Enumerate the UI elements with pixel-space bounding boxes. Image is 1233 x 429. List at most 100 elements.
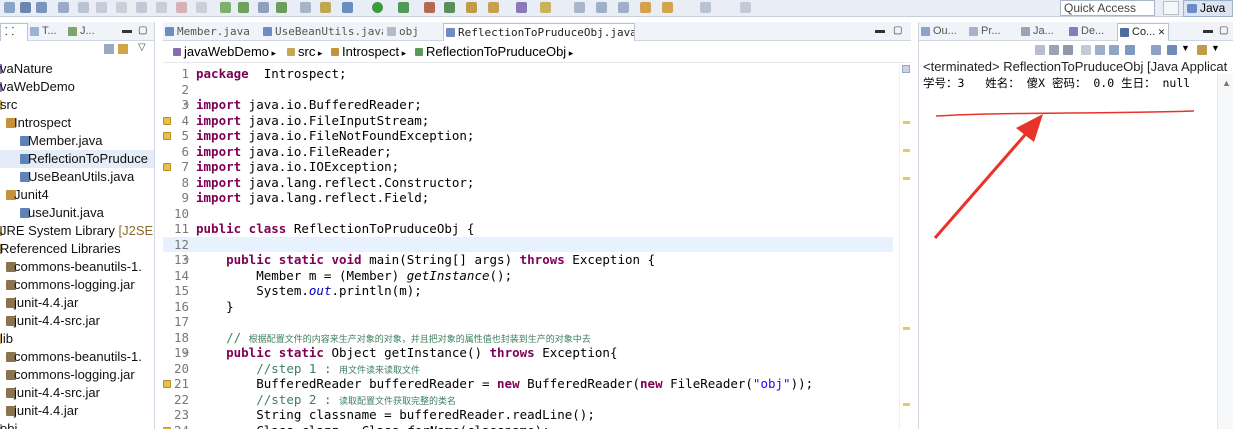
- view-menu-icon[interactable]: ▽: [138, 42, 146, 53]
- code-line[interactable]: 13 ⊖ public static void main(String[] arg…: [163, 252, 893, 268]
- tree-item[interactable]: useJunit.java: [0, 204, 154, 222]
- pin-editor-icon[interactable]: [740, 2, 751, 13]
- console-tab[interactable]: Ou...: [919, 23, 965, 41]
- console-tab[interactable]: Ja...: [1019, 23, 1065, 41]
- tree-item[interactable]: obj: [0, 420, 154, 429]
- tree-item[interactable]: Member.java: [0, 132, 154, 150]
- link-editor-icon[interactable]: [118, 44, 128, 54]
- console-tab[interactable]: Co... ✕: [1117, 23, 1169, 41]
- editor-tab[interactable]: obj: [385, 23, 441, 41]
- code-line[interactable]: 21 BufferedReader bufferedReader = new B…: [163, 376, 893, 392]
- tree-item[interactable]: vaNature: [0, 60, 154, 78]
- minimize-icon[interactable]: ▬: [122, 25, 132, 36]
- open-perspective-icon[interactable]: [1163, 1, 1179, 15]
- maximize-icon[interactable]: ▢: [893, 25, 902, 36]
- tree-item[interactable]: src: [0, 96, 154, 114]
- code-line[interactable]: 14 Member m = (Member) getInstance();: [163, 268, 893, 284]
- tree-item[interactable]: lib: [0, 330, 154, 348]
- step-icon[interactable]: [156, 2, 167, 13]
- java-perspective-button[interactable]: Java: [1183, 0, 1233, 17]
- console-output[interactable]: 学号：3 姓名： 傻X 密码： 0.0 生日： null: [923, 75, 1190, 91]
- terminate-icon[interactable]: [1035, 45, 1045, 55]
- tab-type-hierarchy[interactable]: T...: [28, 23, 64, 41]
- print-icon[interactable]: [58, 2, 69, 13]
- back-icon[interactable]: [662, 2, 673, 13]
- code-line[interactable]: 10: [163, 206, 893, 222]
- server-icon[interactable]: [220, 2, 231, 13]
- code-line[interactable]: 5 import java.io.FileNotFoundException;: [163, 128, 893, 144]
- tree-item[interactable]: junit-4.4.jar: [0, 294, 154, 312]
- code-line[interactable]: 12: [163, 236, 893, 252]
- display-console-icon[interactable]: [1167, 45, 1177, 55]
- code-line[interactable]: 6 import java.io.FileReader;: [163, 144, 893, 160]
- maximize-icon[interactable]: ▢: [1219, 25, 1228, 36]
- open-console-icon[interactable]: [1197, 45, 1207, 55]
- remove-launch-icon[interactable]: [1049, 45, 1059, 55]
- tree-item[interactable]: commons-beanutils-1.: [0, 348, 154, 366]
- pin-console-icon[interactable]: [1151, 45, 1161, 55]
- disconnect-icon[interactable]: [196, 2, 207, 13]
- fold-toggle-icon[interactable]: ⊖: [184, 252, 189, 268]
- debug-icon[interactable]: [342, 2, 353, 13]
- tools-icon[interactable]: [258, 2, 269, 13]
- forward-icon[interactable]: [700, 2, 711, 13]
- search-icon[interactable]: [516, 2, 527, 13]
- console-tab[interactable]: De...: [1067, 23, 1115, 41]
- checkbox-icon[interactable]: [276, 2, 287, 13]
- editor-tab[interactable]: UseBeanUtils.java: [261, 23, 383, 41]
- code-line[interactable]: 19 ⊖ public static Object getInstance() t…: [163, 345, 893, 361]
- clear-console-icon[interactable]: [1081, 45, 1091, 55]
- save-icon[interactable]: [20, 2, 31, 13]
- code-line[interactable]: 24 Class clazz = Class.forName(classname…: [163, 423, 893, 429]
- code-line[interactable]: 16 }: [163, 299, 893, 315]
- open-type-icon[interactable]: [488, 2, 499, 13]
- editor-tab[interactable]: ReflectionToPruduceObj.java ✕: [443, 23, 635, 41]
- skip-icon[interactable]: [320, 2, 331, 13]
- minimize-icon[interactable]: ▬: [875, 25, 885, 36]
- warning-icon[interactable]: [163, 116, 171, 125]
- close-tab-icon[interactable]: ✕: [1155, 27, 1166, 37]
- tree-item[interactable]: commons-logging.jar: [0, 276, 154, 294]
- tree-item[interactable]: JRE System Library [J2SE-: [0, 222, 154, 240]
- tab-junit[interactable]: J...: [66, 23, 106, 41]
- next-annotation-icon[interactable]: [596, 2, 607, 13]
- tree-item[interactable]: junit-4.4.jar: [0, 402, 154, 420]
- code-line[interactable]: 9 import java.lang.reflect.Field;: [163, 190, 893, 206]
- toggle-icon[interactable]: [300, 2, 311, 13]
- fold-toggle-icon[interactable]: ⊖: [184, 97, 189, 113]
- new-icon[interactable]: [4, 2, 15, 13]
- overview-warning-marker[interactable]: [903, 177, 910, 180]
- run-icon[interactable]: [372, 2, 383, 13]
- build-icon[interactable]: [238, 2, 249, 13]
- redo-icon[interactable]: [96, 2, 107, 13]
- code-line[interactable]: 1 package Introspect;: [163, 66, 893, 82]
- new-class-icon[interactable]: [444, 2, 455, 13]
- cut-icon[interactable]: [116, 2, 127, 13]
- overview-warning-marker[interactable]: [903, 121, 910, 124]
- warning-icon[interactable]: [163, 380, 171, 388]
- tree-item[interactable]: commons-beanutils-1.: [0, 258, 154, 276]
- breadcrumb-item[interactable]: javaWebDemo ▸: [173, 42, 276, 63]
- code-line[interactable]: 22 //step 2 : 读取配置文件获取完整的类名: [163, 392, 893, 408]
- show-console-icon[interactable]: [1125, 45, 1135, 55]
- tree-item[interactable]: UseBeanUtils.java: [0, 168, 154, 186]
- collapse-all-icon[interactable]: [104, 44, 114, 54]
- editor-tab[interactable]: Member.java: [163, 23, 259, 41]
- console-tab[interactable]: Pr...: [967, 23, 1017, 41]
- scroll-lock-icon[interactable]: [1095, 45, 1105, 55]
- overview-ruler[interactable]: [899, 63, 911, 429]
- code-line[interactable]: 11 public class ReflectionToPruduceObj {: [163, 221, 893, 237]
- annotation-icon[interactable]: [540, 2, 551, 13]
- code-area[interactable]: 1 package Introspect; 2 3 ⊖ import java.io.Bu…: [163, 62, 911, 429]
- terminate-icon[interactable]: [176, 2, 187, 13]
- import-icon[interactable]: [36, 2, 47, 13]
- tree-item[interactable]: Referenced Libraries: [0, 240, 154, 258]
- warning-icon[interactable]: [163, 163, 171, 171]
- minimize-icon[interactable]: ▬: [1203, 25, 1213, 36]
- tree-item[interactable]: Junit4: [0, 186, 154, 204]
- tree-item[interactable]: junit-4.4-src.jar: [0, 312, 154, 330]
- code-line[interactable]: 15 System.out.println(m);: [163, 283, 893, 299]
- code-line[interactable]: 23 String classname = bufferedReader.rea…: [163, 407, 893, 423]
- code-line[interactable]: 4 import java.io.FileInputStream;: [163, 113, 893, 129]
- open-console-dropdown-icon[interactable]: ▼: [1211, 43, 1220, 53]
